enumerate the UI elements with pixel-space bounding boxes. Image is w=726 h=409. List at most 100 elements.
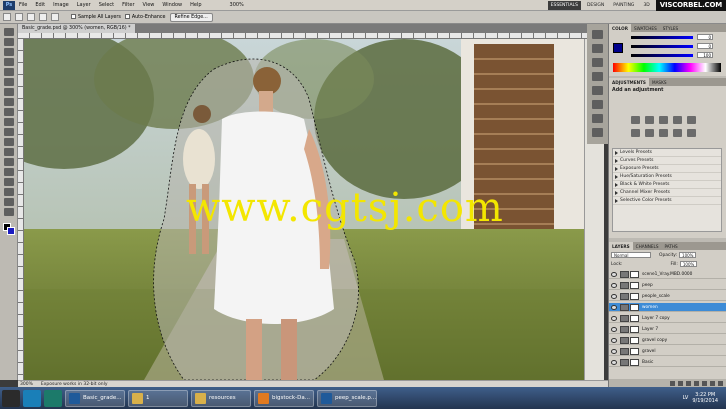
- sample-all-layers-checkbox[interactable]: Sample All Layers: [71, 14, 121, 20]
- tab-layers[interactable]: LAYERS: [609, 242, 633, 250]
- status-zoom[interactable]: 300%: [20, 382, 33, 387]
- layer-row[interactable]: gravel: [609, 347, 726, 356]
- link-layers-icon[interactable]: [670, 380, 675, 386]
- taskbar-window-button[interactable]: resources: [191, 389, 251, 407]
- preset-item[interactable]: Hue/Saturation Presets: [613, 173, 721, 181]
- visibility-eye-icon[interactable]: [611, 326, 617, 332]
- add-mask-icon[interactable]: [686, 380, 691, 386]
- preset-item[interactable]: Curves Presets: [613, 157, 721, 165]
- taskbar-window-button[interactable]: bigstock-Da...: [254, 389, 314, 407]
- menu-window[interactable]: Window: [158, 2, 186, 8]
- menu-select[interactable]: Select: [95, 2, 118, 8]
- photo-filter-icon[interactable]: [673, 129, 682, 137]
- blur-tool-icon[interactable]: [4, 148, 14, 156]
- layer-mask-thumbnail[interactable]: [630, 270, 639, 278]
- marquee-tool-icon[interactable]: [4, 38, 14, 46]
- preset-item[interactable]: Black & White Presets: [613, 181, 721, 189]
- visibility-eye-icon[interactable]: [611, 271, 617, 277]
- channel-mixer-icon[interactable]: [687, 129, 696, 137]
- taskbar-window-button[interactable]: Basic_grade...: [65, 389, 125, 407]
- refine-edge-button[interactable]: Refine Edge...: [169, 12, 213, 22]
- navigator-panel-icon[interactable]: [592, 58, 603, 67]
- clock[interactable]: 3:22 PM 9/19/2014: [692, 392, 718, 404]
- hand-tool-icon[interactable]: [4, 208, 14, 216]
- color-foreground-swatch[interactable]: [613, 43, 623, 53]
- layer-row[interactable]: Basic: [609, 358, 726, 367]
- info-panel-icon[interactable]: [592, 72, 603, 81]
- lasso-tool-icon[interactable]: [4, 48, 14, 56]
- tab-masks[interactable]: MASKS: [649, 78, 670, 86]
- workspace-3d[interactable]: 3D: [640, 3, 652, 8]
- move-tool-icon[interactable]: [4, 28, 14, 36]
- visibility-eye-icon[interactable]: [611, 348, 617, 354]
- green-value[interactable]: 0: [697, 43, 713, 49]
- subtract-selection-icon[interactable]: [39, 13, 47, 21]
- layer-row[interactable]: scene1_Vray.MBD.0000: [609, 270, 726, 279]
- quick-selection-tool-icon[interactable]: [3, 13, 11, 21]
- pinned-app-icon[interactable]: [2, 389, 20, 407]
- layer-mask-thumbnail[interactable]: [630, 336, 639, 344]
- red-slider[interactable]: [631, 36, 693, 39]
- history-brush-tool-icon[interactable]: [4, 118, 14, 126]
- tab-swatches[interactable]: SWATCHES: [631, 24, 660, 32]
- layer-row[interactable]: women: [609, 303, 726, 312]
- visibility-eye-icon[interactable]: [611, 282, 617, 288]
- blue-value[interactable]: 100: [697, 52, 713, 58]
- layer-row[interactable]: Layer 7: [609, 325, 726, 334]
- tab-color[interactable]: COLOR: [609, 24, 631, 32]
- dodge-tool-icon[interactable]: [4, 158, 14, 166]
- delete-layer-icon[interactable]: [718, 380, 723, 386]
- layer-mask-thumbnail[interactable]: [630, 303, 639, 311]
- color-ramp[interactable]: [613, 63, 721, 72]
- menu-view[interactable]: View: [139, 2, 159, 8]
- workspace-painting[interactable]: PAINTING: [610, 3, 637, 8]
- black-white-icon[interactable]: [659, 129, 668, 137]
- layer-mask-thumbnail[interactable]: [630, 292, 639, 300]
- quick-selection-tool-icon[interactable]: [4, 58, 14, 66]
- actions-panel-icon[interactable]: [592, 44, 603, 53]
- zoom-level-menu[interactable]: 300%: [226, 2, 248, 8]
- character-panel-icon[interactable]: [592, 114, 603, 123]
- preset-item[interactable]: Exposure Presets: [613, 165, 721, 173]
- document-tab[interactable]: Basic_grade.psd @ 300% (women, RGB/16) *: [18, 24, 136, 33]
- eyedropper-tool-icon[interactable]: [4, 78, 14, 86]
- brush-tool-icon[interactable]: [4, 98, 14, 106]
- new-selection-icon[interactable]: [15, 13, 23, 21]
- tab-adjustments[interactable]: ADJUSTMENTS: [609, 78, 649, 86]
- layer-mask-thumbnail[interactable]: [630, 325, 639, 333]
- preset-item[interactable]: Channel Mixer Presets: [613, 189, 721, 197]
- green-slider[interactable]: [631, 45, 693, 48]
- crop-tool-icon[interactable]: [4, 68, 14, 76]
- clone-stamp-tool-icon[interactable]: [4, 108, 14, 116]
- tab-styles[interactable]: STYLES: [660, 24, 681, 32]
- layer-style-icon[interactable]: [678, 380, 683, 386]
- menu-image[interactable]: Image: [49, 2, 73, 8]
- paragraph-panel-icon[interactable]: [592, 128, 603, 137]
- pinned-app-icon[interactable]: [44, 389, 62, 407]
- menu-edit[interactable]: Edit: [31, 2, 49, 8]
- pinned-app-icon[interactable]: [23, 389, 41, 407]
- taskbar-window-button[interactable]: 1: [128, 389, 188, 407]
- layer-mask-thumbnail[interactable]: [630, 281, 639, 289]
- auto-enhance-checkbox[interactable]: Auto-Enhance: [124, 14, 166, 20]
- healing-tool-icon[interactable]: [4, 88, 14, 96]
- preset-item[interactable]: Selective Color Presets: [613, 197, 721, 205]
- exposure-icon[interactable]: [673, 116, 682, 124]
- menu-help[interactable]: Help: [186, 2, 205, 8]
- history-panel-icon[interactable]: [592, 30, 603, 39]
- type-tool-icon[interactable]: [4, 178, 14, 186]
- path-selection-tool-icon[interactable]: [4, 188, 14, 196]
- layer-mask-thumbnail[interactable]: [630, 314, 639, 322]
- pen-tool-icon[interactable]: [4, 168, 14, 176]
- shape-tool-icon[interactable]: [4, 198, 14, 206]
- background-color-swatch[interactable]: [7, 227, 15, 235]
- new-layer-icon[interactable]: [710, 380, 715, 386]
- menu-file[interactable]: File: [15, 2, 31, 8]
- layer-mask-thumbnail[interactable]: [630, 358, 639, 366]
- layer-row[interactable]: Layer 7 copy: [609, 314, 726, 323]
- menu-layer[interactable]: Layer: [73, 2, 95, 8]
- workspace-design[interactable]: DESIGN: [584, 3, 607, 8]
- blend-mode-select[interactable]: Normal: [611, 252, 651, 258]
- vibrance-icon[interactable]: [687, 116, 696, 124]
- blue-slider[interactable]: [631, 54, 693, 57]
